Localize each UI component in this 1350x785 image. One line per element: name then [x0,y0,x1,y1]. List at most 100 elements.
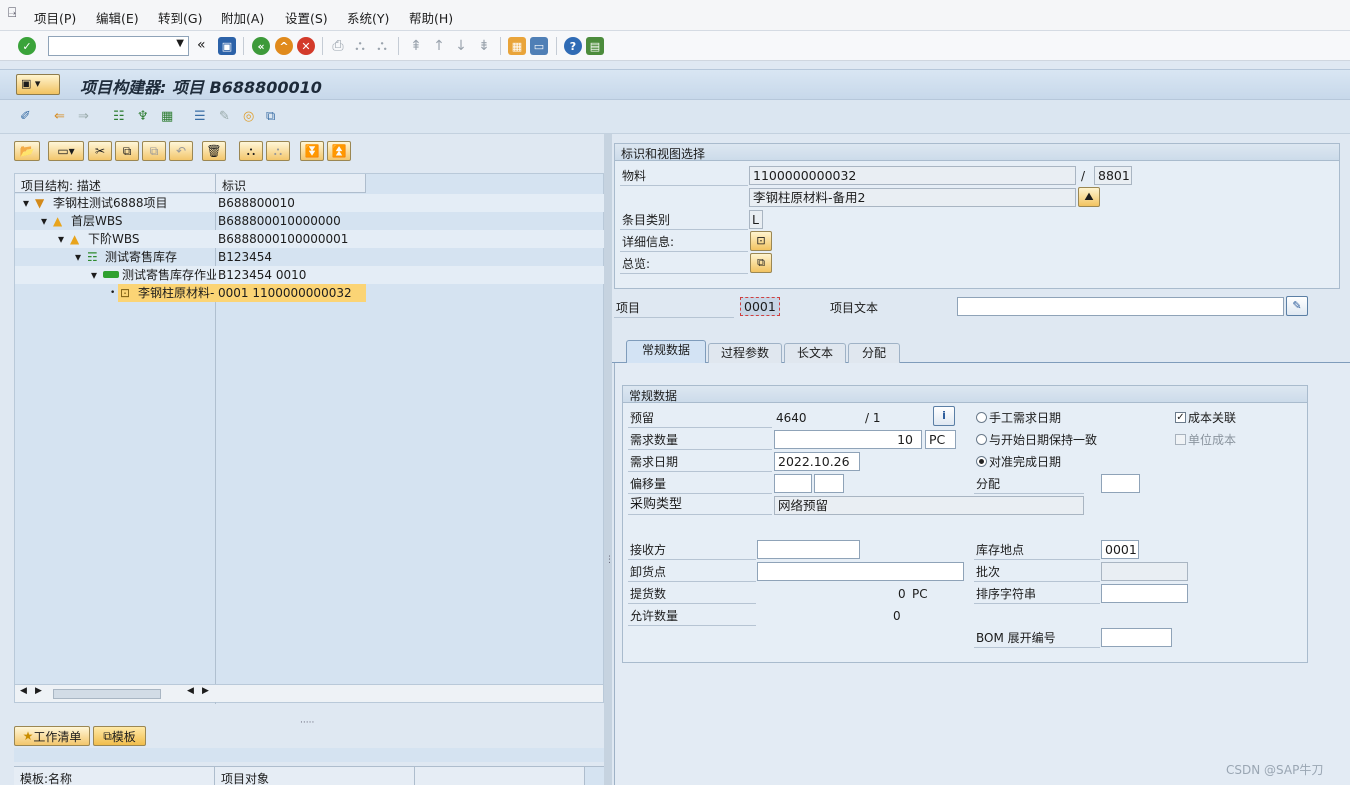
expand-arrow-icon[interactable]: ▾ [75,248,81,266]
distribution-field[interactable] [1101,474,1140,493]
material-field[interactable]: 1100000000032 [749,166,1076,185]
expand-arrow-icon[interactable]: ▾ [58,230,64,248]
menu-project[interactable]: 项目(P) [34,8,76,27]
menu-settings[interactable]: 设置(S) [285,8,328,27]
expand-arrow-icon[interactable]: ▾ [91,266,97,284]
menu-icon[interactable]: ⍈ [8,5,16,21]
cost-relevant-checkbox[interactable]: ✓ [1175,412,1186,423]
new-session-icon[interactable]: ▦ [508,37,526,55]
help-icon[interactable]: ? [564,37,582,55]
manual-date-radio[interactable] [976,412,987,423]
item-text-field[interactable] [957,297,1284,316]
hierarchy-icon[interactable]: ♆ [137,109,149,125]
screen-menu-button[interactable]: ▣ ▾ [16,74,60,95]
prev-object-icon[interactable]: ⇐ [54,109,65,125]
tree-row[interactable]: ▾ 测试寄售库存作业 B123454 0010 [15,266,605,284]
find-next-button[interactable]: ⛬ [266,141,290,161]
settings-icon[interactable]: ☰ [194,109,206,125]
expand-button[interactable]: ⏬ [300,141,324,161]
unit-field[interactable]: PC [925,430,956,449]
structure-icon[interactable]: ☷ [113,109,125,125]
tree-row[interactable]: ▾ ☶ 测试寄售库存 B123454 [15,248,605,266]
item-text-edit-button[interactable]: ✎ [1286,296,1308,316]
edit-icon[interactable]: ✎ [219,109,230,125]
offset-field-1[interactable] [774,474,812,493]
delete-button[interactable]: 🗑 [202,141,226,161]
worklist-button[interactable]: ★ 工作清单 [14,726,90,746]
create-button[interactable]: ▭▾ [48,141,84,161]
collapse-icon[interactable]: « [197,37,206,53]
offset-field-2[interactable] [814,474,844,493]
layout-menu-icon[interactable]: ▤ [586,37,604,55]
unloading-point-field[interactable] [757,562,964,581]
finish-date-radio[interactable] [976,456,987,467]
material-display-button[interactable]: ⛰ [1078,187,1100,207]
material-description-field[interactable]: 李钢柱原材料-备用2 [749,188,1076,207]
horizontal-scrollbar[interactable]: ◀ ▶ ◀ ▶ [15,684,215,702]
start-date-radio[interactable] [976,434,987,445]
tree-row[interactable]: ▾ ▼ 李钢柱测试6888项目 B688800010 [15,194,605,212]
sort-string-field[interactable] [1101,584,1188,603]
procurement-type-field[interactable]: 网络预留 [774,496,1084,515]
requirement-qty-field[interactable]: 10 [774,430,922,449]
enter-icon[interactable]: ✓ [18,37,36,55]
tree-header-id[interactable]: 标识 [216,174,366,193]
last-page-icon[interactable]: ⇟ [476,38,492,54]
expand-arrow-icon[interactable]: ▾ [23,194,29,212]
tree-row[interactable]: ▾ ▲ 下阶WBS B6888000100000001 [15,230,605,248]
bom-explosion-field[interactable] [1101,628,1172,647]
tree-row-selected[interactable]: • ⊡ 李钢柱原材料- 0001 1100000000032 [15,284,605,302]
exit-icon[interactable]: ^ [275,37,293,55]
display-change-icon[interactable]: ✐ [20,109,31,125]
open-folder-button[interactable]: 📂 [14,141,40,161]
command-field[interactable]: ▼ [48,36,189,56]
prev-page-icon[interactable]: ↑ [431,38,447,54]
menu-help[interactable]: 帮助(H) [409,8,453,27]
unit-costing-checkbox[interactable] [1175,434,1186,445]
requirement-date-field[interactable]: 2022.10.26 [774,452,860,471]
cut-button[interactable]: ✂ [88,141,112,161]
expand-arrow-icon[interactable]: ▾ [41,212,47,230]
recipient-field[interactable] [757,540,860,559]
menu-goto[interactable]: 转到(G) [158,8,202,27]
undo-button[interactable]: ↶ [169,141,193,161]
coins-icon[interactable]: ◎ [243,109,254,125]
reservation-info-button[interactable]: i [933,406,955,426]
dropdown-icon[interactable]: ▼ [176,38,184,49]
shortcut-icon[interactable]: ▭ [530,37,548,55]
tab-assignment[interactable]: 分配 [848,343,900,363]
overview-button[interactable]: ⧉ [750,253,772,273]
collapse-button[interactable]: ⏫ [327,141,351,161]
storage-location-field[interactable]: 0001 [1101,540,1139,559]
save-icon[interactable]: ▣ [218,37,236,55]
item-category-field[interactable]: L [749,210,763,229]
find-icon[interactable]: ⛬ [352,38,368,54]
copy-button[interactable]: ⧉ [115,141,139,161]
tab-long-text[interactable]: 长文本 [784,343,846,363]
copy-view-icon[interactable]: ⧉ [266,109,275,125]
cancel-icon[interactable]: ✕ [297,37,315,55]
paste-button[interactable]: ⧉ [142,141,166,161]
batch-field[interactable] [1101,562,1188,581]
next-object-icon[interactable]: ⇒ [78,109,89,125]
tab-general-data[interactable]: 常规数据 [626,340,706,364]
tab-process-params[interactable]: 过程参数 [708,343,782,363]
template-header-object[interactable]: 项目对象 [215,767,415,785]
first-page-icon[interactable]: ⇞ [408,38,424,54]
find-button[interactable]: ⛬ [239,141,263,161]
plant-field[interactable]: 8801 [1094,166,1132,185]
item-field[interactable]: 0001 [740,297,780,316]
menu-extras[interactable]: 附加(A) [221,8,264,27]
menu-system[interactable]: 系统(Y) [347,8,389,27]
templates-button[interactable]: ⧉ 模板 [93,726,146,746]
details-button[interactable]: ⊡ [750,231,772,251]
template-header-name[interactable]: 模板:名称 [14,767,215,785]
menu-edit[interactable]: 编辑(E) [96,8,139,27]
next-page-icon[interactable]: ↓ [453,38,469,54]
network-graphic-icon[interactable]: ▦ [161,109,173,125]
back-icon[interactable]: « [252,37,270,55]
print-icon[interactable]: ⎙ [330,38,346,54]
tree-header-desc[interactable]: 项目结构: 描述 [15,174,216,193]
find-next-icon[interactable]: ⛬ [374,38,390,54]
tree-row[interactable]: ▾ ▲ 首层WBS B688800010000000 [15,212,605,230]
